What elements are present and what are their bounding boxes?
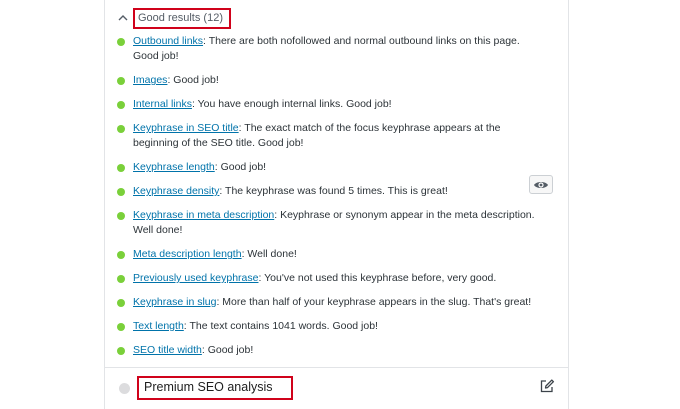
result-link[interactable]: Images xyxy=(133,74,167,86)
result-link[interactable]: Text length xyxy=(133,320,184,332)
list-item: Keyphrase length: Good job! xyxy=(117,160,543,175)
premium-bullet-icon xyxy=(119,382,130,394)
result-text: : More than half of your keyphrase appea… xyxy=(216,296,532,308)
result-text: : The text contains 1041 words. Good job… xyxy=(183,320,378,332)
result-text: : Well done! xyxy=(241,248,297,260)
result-link[interactable]: Keyphrase length xyxy=(133,161,215,173)
good-bullet-icon xyxy=(117,323,125,331)
result-link[interactable]: Previously used keyphrase xyxy=(133,272,258,284)
result-text: : Good job! xyxy=(214,161,267,173)
result-link[interactable]: Keyphrase in slug xyxy=(133,296,216,308)
result-link[interactable]: Keyphrase density xyxy=(133,185,219,197)
good-bullet-icon xyxy=(117,125,125,133)
result-text: : Good job! xyxy=(201,344,254,356)
good-results-list: Outbound links: There are both nofollowe… xyxy=(117,34,557,367)
highlight-keyphrase-density-button[interactable] xyxy=(529,175,553,194)
list-item: Text length: The text contains 1041 word… xyxy=(117,319,543,334)
good-results-toggle[interactable]: Good results (12) xyxy=(117,7,231,29)
good-bullet-icon xyxy=(117,251,125,259)
edit-icon[interactable] xyxy=(539,378,555,394)
result-link[interactable]: SEO title width xyxy=(133,344,202,356)
list-item: Keyphrase in meta description: Keyphrase… xyxy=(117,208,543,238)
result-text: : You have enough internal links. Good j… xyxy=(191,98,392,110)
good-bullet-icon xyxy=(117,212,125,220)
premium-seo-analysis-title: Premium SEO analysis xyxy=(137,376,293,400)
list-item: Keyphrase density: The keyphrase was fou… xyxy=(117,184,543,199)
good-bullet-icon xyxy=(117,299,125,307)
result-text: : The keyphrase was found 5 times. This … xyxy=(219,185,448,197)
good-bullet-icon xyxy=(117,77,125,85)
good-bullet-icon xyxy=(117,275,125,283)
seo-analysis-panel: Good results (12) Outbound links: There … xyxy=(104,0,569,409)
result-link[interactable]: Keyphrase in SEO title xyxy=(133,122,239,134)
list-item: SEO title width: Good job! xyxy=(117,343,543,358)
list-item: Images: Good job! xyxy=(117,73,543,88)
good-results-title: Good results (12) xyxy=(133,7,231,29)
good-bullet-icon xyxy=(117,101,125,109)
result-link[interactable]: Internal links xyxy=(133,98,192,110)
premium-seo-analysis-row[interactable]: Premium SEO analysis xyxy=(119,376,293,400)
result-link[interactable]: Outbound links xyxy=(133,35,203,47)
list-item: Outbound links: There are both nofollowe… xyxy=(117,34,543,64)
good-bullet-icon xyxy=(117,188,125,196)
list-item: Meta description length: Well done! xyxy=(117,247,543,262)
good-bullet-icon xyxy=(117,164,125,172)
good-bullet-icon xyxy=(117,347,125,355)
result-text: : Good job! xyxy=(167,74,219,86)
result-link[interactable]: Keyphrase in meta description xyxy=(133,209,274,221)
list-item: Keyphrase in slug: More than half of you… xyxy=(117,295,543,310)
chevron-up-icon xyxy=(118,15,128,21)
list-item: Internal links: You have enough internal… xyxy=(117,97,543,112)
list-item: Keyphrase in SEO title: The exact match … xyxy=(117,121,543,151)
section-divider xyxy=(105,367,568,368)
eye-icon xyxy=(534,181,548,188)
result-link[interactable]: Meta description length xyxy=(133,248,242,260)
good-bullet-icon xyxy=(117,38,125,46)
result-text: : You've not used this keyphrase before,… xyxy=(258,272,497,284)
list-item: Previously used keyphrase: You've not us… xyxy=(117,271,543,286)
